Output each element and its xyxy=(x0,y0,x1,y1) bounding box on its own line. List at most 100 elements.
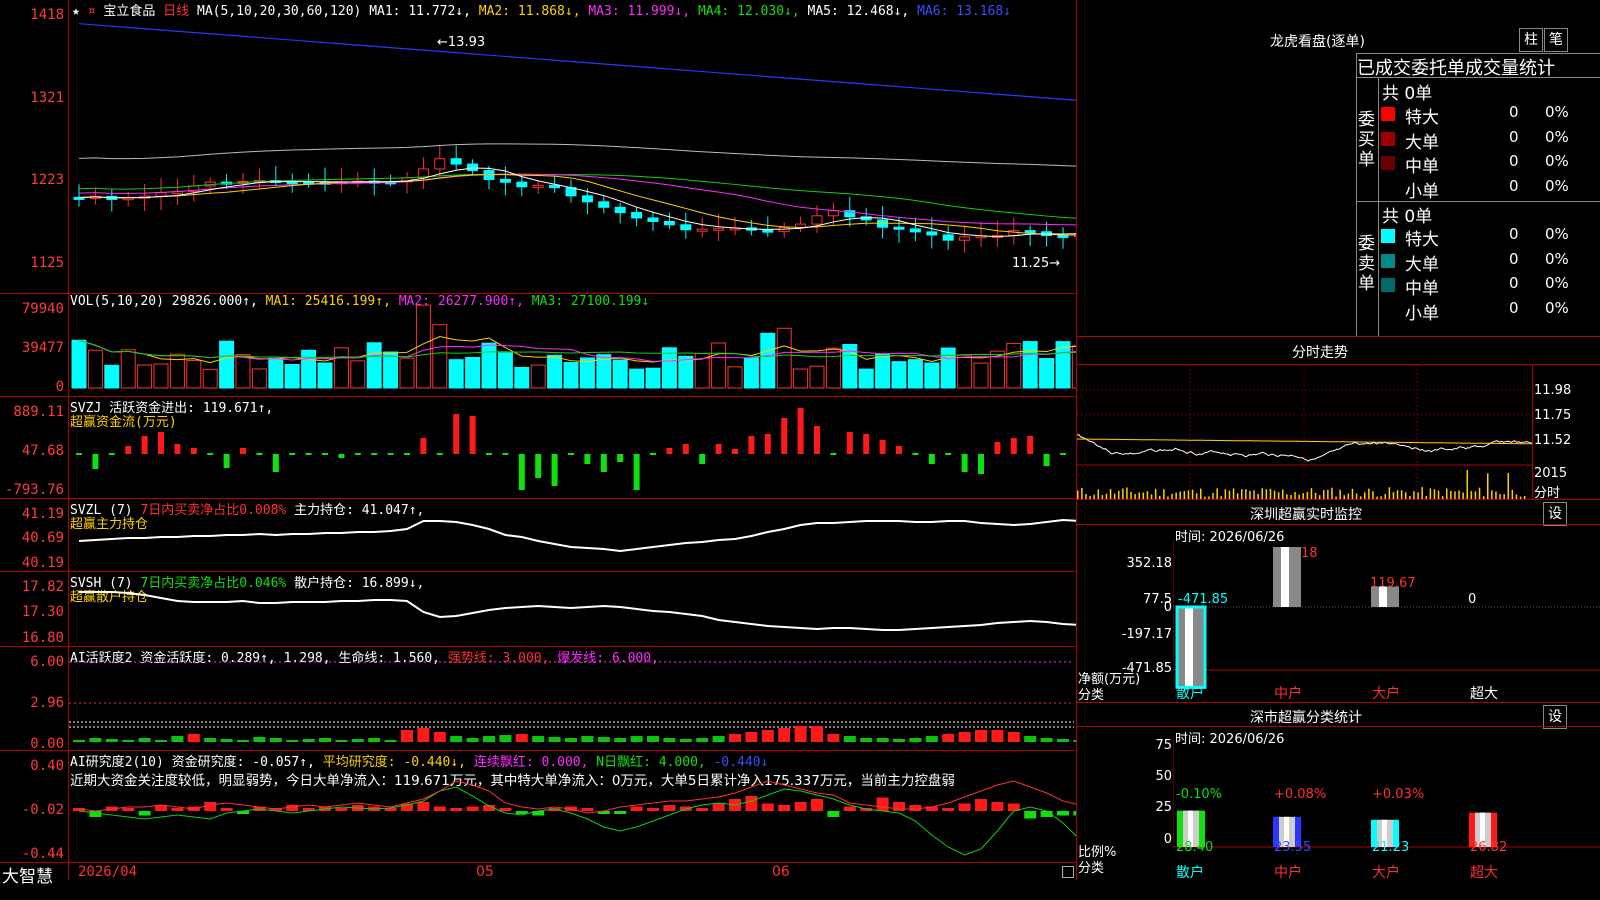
intraday-chart[interactable] xyxy=(1077,365,1532,499)
ai-active-bar xyxy=(532,736,545,742)
candle-body xyxy=(762,229,774,233)
svzj-bar xyxy=(338,454,345,458)
volume-bar xyxy=(432,324,448,389)
svzj-bar xyxy=(371,453,378,455)
svzj-bar xyxy=(387,453,394,455)
dragon-title: 龙虎看盘(逐单) xyxy=(1270,34,1365,50)
svzj-bar xyxy=(92,454,99,469)
svzj-bar xyxy=(879,440,886,454)
candlestick-chart[interactable] xyxy=(69,15,1076,293)
candle-body xyxy=(893,226,905,230)
intraday-volume-bar xyxy=(1232,488,1235,499)
intraday-volume-bar xyxy=(1400,490,1403,499)
volume-bar xyxy=(563,361,579,389)
stat-value-label: 23.55 xyxy=(1274,840,1312,855)
monitor-bar-highlight xyxy=(1379,586,1387,607)
volume-bar xyxy=(284,363,300,389)
volume-bar xyxy=(301,349,317,389)
ai-active-bar xyxy=(302,739,315,742)
candle-body xyxy=(926,231,938,236)
volume-bar xyxy=(87,349,103,389)
high-price-marker: ←13.93 xyxy=(437,35,486,50)
svzl-chart[interactable] xyxy=(69,499,1076,571)
candle-body xyxy=(811,215,823,225)
ai-research-bar xyxy=(663,805,676,811)
intraday-volume-bar xyxy=(1368,488,1370,499)
monitor-settings-button[interactable]: 设 xyxy=(1543,502,1567,526)
ai-active-bar xyxy=(351,739,364,742)
svsh-axis-label: 16.80 xyxy=(21,630,64,646)
ai-research-bar xyxy=(1073,811,1076,816)
intraday-axis-label: 11.52 xyxy=(1534,433,1572,448)
ai-research-bar xyxy=(991,802,1004,811)
price-axis-label: 1125 xyxy=(30,255,64,271)
monitor-chart[interactable] xyxy=(1173,540,1600,700)
ai-active-bar xyxy=(286,740,299,742)
ai-research-axis-label: 0.40 xyxy=(30,758,64,774)
volume-bar xyxy=(120,349,136,389)
ai-active-bar xyxy=(466,738,479,742)
intraday-volume-bar xyxy=(1388,487,1391,499)
ai-research-bar xyxy=(942,808,955,811)
ai-research-bar xyxy=(778,805,791,811)
intraday-volume-bar xyxy=(1126,487,1128,499)
buy-level-label: 中单 xyxy=(1405,157,1439,177)
ai-active-bar xyxy=(843,736,856,742)
stat-value-label: 26.82 xyxy=(1470,840,1508,855)
ai-research-bar xyxy=(696,808,709,811)
stat-value-label: 28.40 xyxy=(1176,840,1214,855)
monitor-xlabel: 分类 xyxy=(1078,688,1105,703)
ai-active-bar xyxy=(1024,736,1037,742)
intraday-volume-bar xyxy=(1310,488,1313,499)
intraday-volume-bar xyxy=(1306,491,1309,499)
candle-body xyxy=(516,181,528,188)
svzj-bar xyxy=(141,436,148,454)
ai-active-bar xyxy=(975,730,987,742)
svzj-bar xyxy=(404,453,410,455)
ai-active-chart[interactable] xyxy=(69,647,1076,750)
svzj-bar xyxy=(551,454,558,486)
buy-level-pct: 0% xyxy=(1545,152,1569,170)
ai-active-bar xyxy=(778,728,791,742)
tick-button[interactable]: 笔 xyxy=(1544,28,1568,52)
ai-active-bar xyxy=(548,737,561,742)
ai-active-bar xyxy=(105,739,118,742)
volume-bar xyxy=(711,342,727,389)
volume-chart[interactable] xyxy=(69,294,1076,396)
svsh-chart[interactable] xyxy=(69,572,1076,646)
buy-level-pct: 0% xyxy=(1545,103,1569,121)
lock-icon[interactable] xyxy=(1062,866,1074,878)
sell-level-row: 中单 0 0% xyxy=(1381,274,1599,299)
buy-level-count: 0 xyxy=(1509,152,1519,170)
svzj-chart[interactable] xyxy=(69,397,1076,498)
svzj-bar xyxy=(486,453,492,455)
ai-active-bar xyxy=(1073,740,1076,742)
svzj-bar xyxy=(961,454,968,472)
column-button[interactable]: 柱 xyxy=(1519,28,1543,52)
ai-research-bar xyxy=(499,808,512,811)
buy-level-pct: 0% xyxy=(1545,176,1569,195)
monitor-bar-highlight xyxy=(1185,607,1193,688)
sell-level-pct: 0% xyxy=(1545,298,1569,317)
svzj-bar xyxy=(322,453,328,455)
svzj-bar xyxy=(682,444,689,454)
sell-level-label: 小单 xyxy=(1405,303,1439,324)
vol-axis-label: 0 xyxy=(55,379,64,395)
ai-active-bar xyxy=(679,739,692,742)
ai-research-chart[interactable] xyxy=(69,751,1076,862)
ai-active-bar xyxy=(794,726,807,742)
candle-body xyxy=(1008,230,1020,237)
ai-research-bar xyxy=(712,803,725,811)
volume-bar xyxy=(629,368,645,389)
monitor-category: 中户 xyxy=(1274,686,1302,702)
svzj-bar xyxy=(76,453,82,455)
volume-bar xyxy=(350,360,366,389)
svzj-bar xyxy=(617,454,624,462)
svzj-bar xyxy=(305,453,312,455)
volume-bar xyxy=(547,354,563,389)
ai-active-bar xyxy=(647,736,659,742)
intraday-volume-bar xyxy=(1417,492,1419,499)
volume-bar xyxy=(153,363,169,389)
color-swatch xyxy=(1381,180,1395,195)
svzl-axis-label: 40.69 xyxy=(21,530,64,546)
